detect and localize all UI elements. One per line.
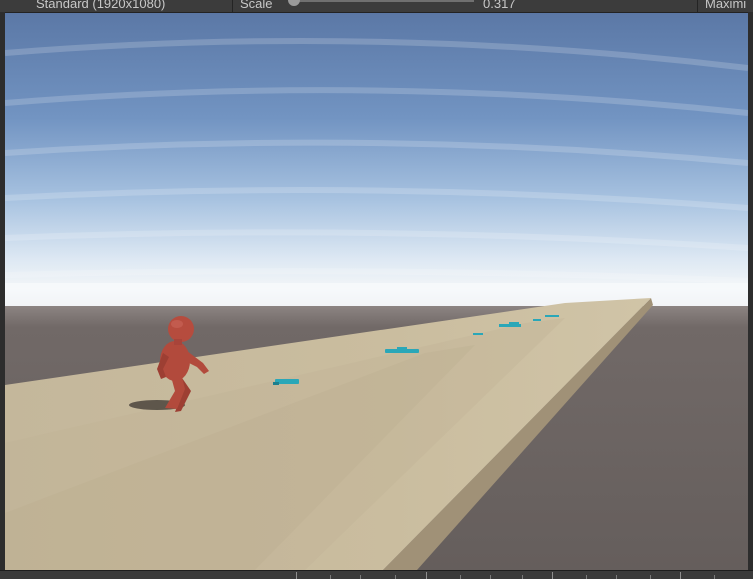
timeline-tick xyxy=(616,575,617,579)
timeline-ruler[interactable] xyxy=(0,570,753,579)
timeline-tick xyxy=(490,575,491,579)
scale-label: Scale xyxy=(240,0,273,11)
game-view-toolbar: Standard (1920x1080) Scale 0.317 Maximi xyxy=(0,0,753,13)
timeline-tick xyxy=(552,572,553,579)
scale-value: 0.317 xyxy=(483,0,516,11)
maximize-on-play-toggle[interactable]: Maximi xyxy=(705,0,746,12)
pickup xyxy=(473,333,483,335)
timeline-tick xyxy=(522,575,523,579)
timeline-tick xyxy=(296,572,297,579)
scale-slider-handle[interactable] xyxy=(288,0,300,6)
toolbar-divider xyxy=(697,0,698,12)
timeline-tick xyxy=(395,575,396,579)
pickup xyxy=(499,324,521,327)
timeline-tick xyxy=(330,575,331,579)
window-border-right xyxy=(748,12,753,572)
timeline-tick xyxy=(360,575,361,579)
unity-editor-game-window: Standard (1920x1080) Scale 0.317 Maximi xyxy=(0,0,753,579)
game-viewport[interactable] xyxy=(5,13,748,570)
timeline-tick xyxy=(680,572,681,579)
game-scene xyxy=(5,13,748,570)
pickup xyxy=(533,319,541,321)
timeline-tick xyxy=(460,575,461,579)
timeline-tick xyxy=(714,575,715,579)
resolution-dropdown[interactable]: Standard (1920x1080) xyxy=(36,0,165,12)
toolbar-divider xyxy=(232,0,233,12)
pickup xyxy=(509,322,519,324)
scale-slider-track[interactable] xyxy=(294,0,474,2)
timeline-tick xyxy=(586,575,587,579)
pickup xyxy=(545,315,559,317)
timeline-tick xyxy=(650,575,651,579)
pickup xyxy=(273,382,279,385)
pickup xyxy=(397,347,407,350)
timeline-tick xyxy=(426,572,427,579)
